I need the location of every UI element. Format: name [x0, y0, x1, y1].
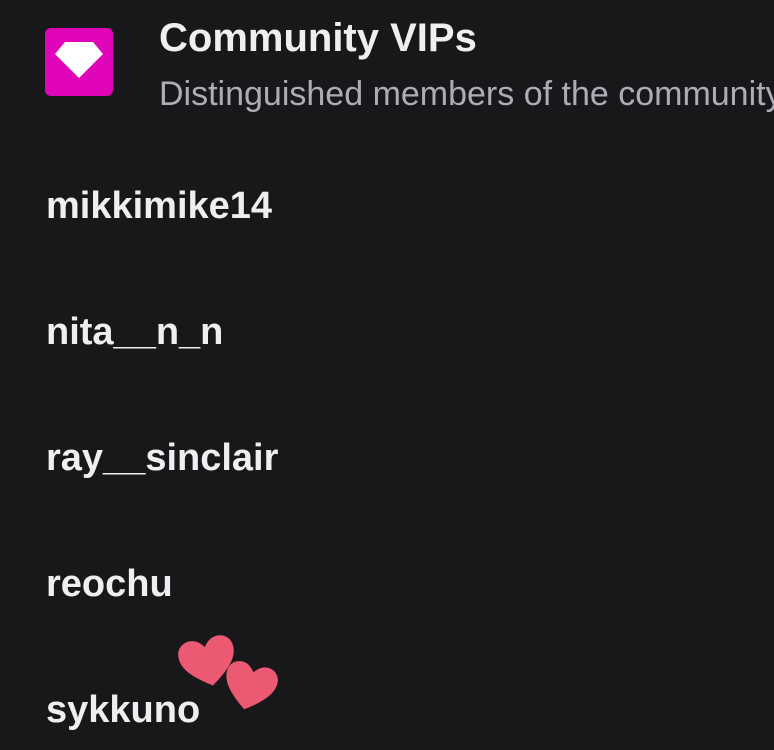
- section-subtitle: Distinguished members of the community: [159, 75, 774, 113]
- vip-list-item[interactable]: reochu: [0, 518, 774, 644]
- vip-diamond-badge-icon: [45, 28, 113, 96]
- vip-username[interactable]: nita__n_n: [46, 310, 223, 354]
- hearts-icon: [176, 632, 280, 722]
- vip-list-item[interactable]: nita__n_n: [0, 266, 774, 392]
- vip-username[interactable]: reochu: [46, 562, 173, 606]
- vip-list: mikkimike14 nita__n_n ray__sinclair reoc…: [0, 140, 774, 750]
- vip-section-header: Community VIPs Distinguished members of …: [0, 0, 774, 140]
- section-title: Community VIPs: [159, 16, 477, 60]
- vip-list-item[interactable]: ray__sinclair: [0, 392, 774, 518]
- vip-list-item[interactable]: mikkimike14: [0, 140, 774, 266]
- vip-list-item[interactable]: sykkuno: [0, 644, 774, 750]
- vip-username[interactable]: ray__sinclair: [46, 436, 278, 480]
- vip-username[interactable]: mikkimike14: [46, 184, 272, 228]
